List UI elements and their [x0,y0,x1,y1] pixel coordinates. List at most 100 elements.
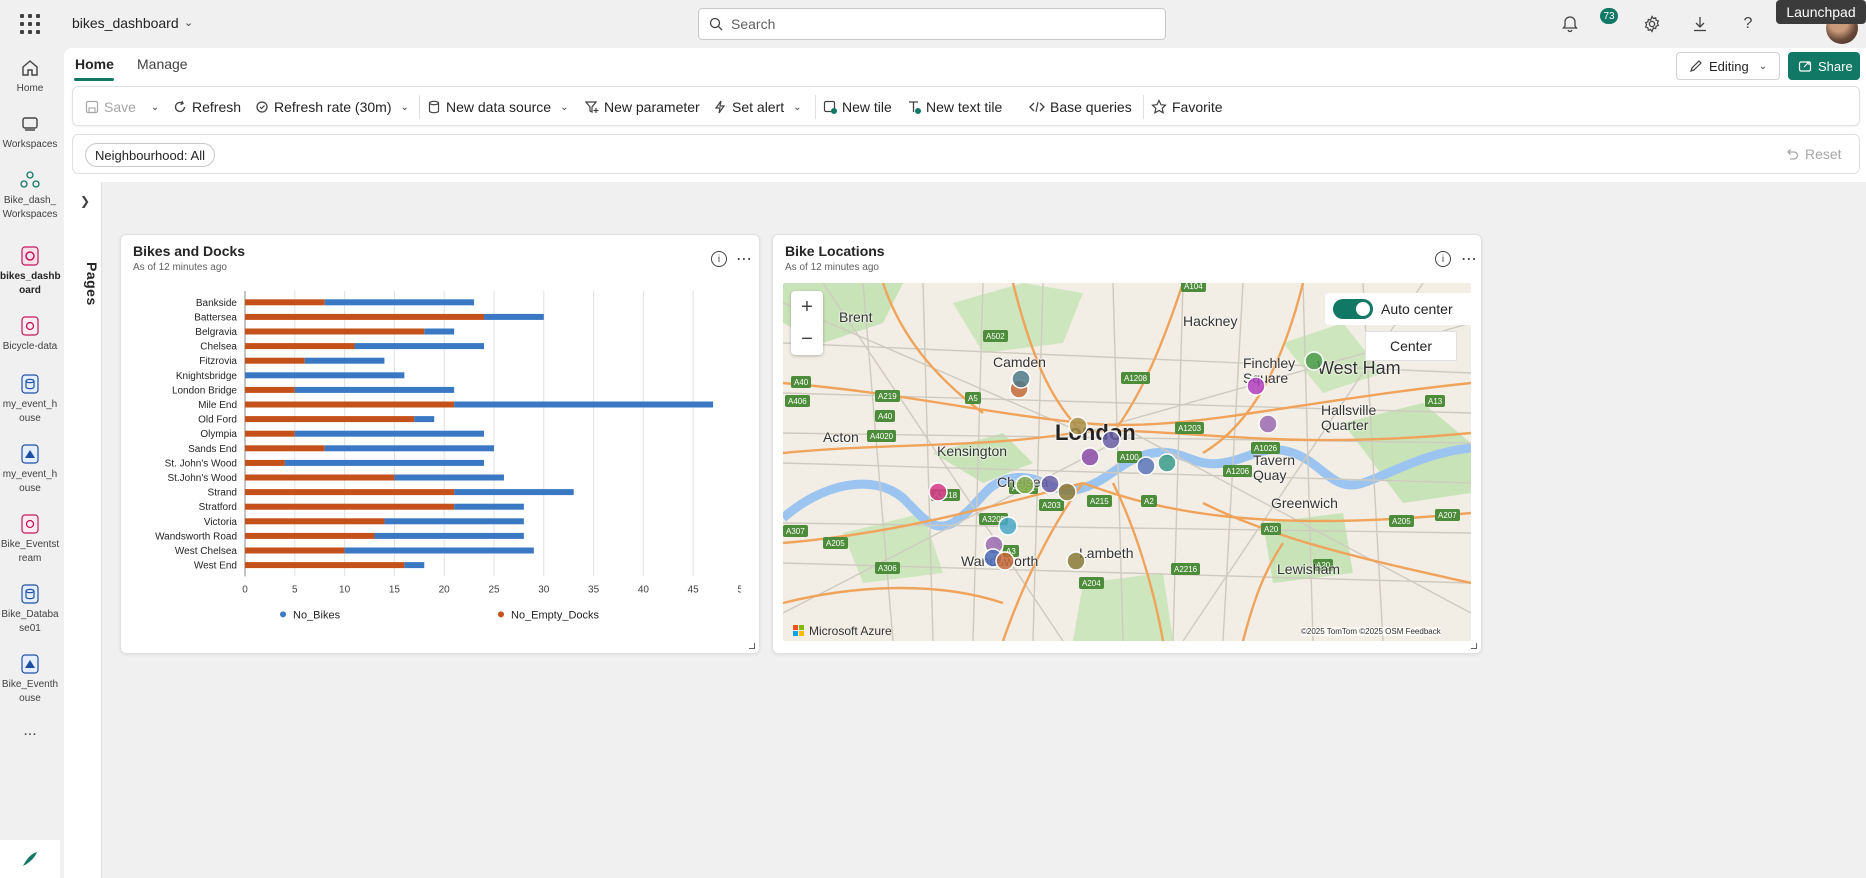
bar-empty-docks [245,328,425,335]
tile-bike-locations[interactable]: Bike Locations As of 12 minutes ago i ⋯ [772,234,1482,654]
toolbar-divider [1143,95,1144,119]
new-data-source-button[interactable]: New data source ⌄ [427,97,568,117]
gear-icon[interactable] [1640,12,1664,36]
bar-empty-docks [245,503,455,510]
chevron-down-icon: ⌄ [1758,60,1768,72]
favorite-button[interactable]: Favorite [1151,97,1223,117]
rail-item-label: my_event_h ouse [2,469,58,494]
chevron-down-icon[interactable]: ⌄ [151,102,159,113]
x-tick-label: 50 [737,584,741,595]
center-button[interactable]: Center [1365,331,1457,361]
legend-label: No_Bikes [293,609,341,621]
download-icon[interactable] [1688,12,1712,36]
rail-item-bicycle-data[interactable]: Bicycle-data [0,314,60,354]
category-label: Knightsbridge [176,371,238,382]
dashboard-icon [18,244,42,268]
star-icon [1151,99,1167,114]
rail-item-my-event-house-2[interactable]: my_event_h ouse [0,442,60,496]
more-icon[interactable]: ... [0,723,60,739]
search-icon [709,17,723,31]
app-launcher-icon[interactable] [20,14,40,34]
category-label: Bankside [196,298,238,309]
editing-mode-button[interactable]: Editing ⌄ [1676,52,1780,80]
x-tick-label: 15 [389,584,401,595]
base-queries-button[interactable]: Base queries [1029,97,1132,117]
more-options-icon[interactable]: ⋯ [1461,249,1478,269]
zoom-out-button[interactable]: − [791,323,823,355]
lightning-icon [714,100,726,114]
toolbar-divider [419,95,420,119]
rail-item-bike-database01[interactable]: Bike_Databa se01 [0,582,60,636]
bar-empty-docks [245,343,355,350]
rail-item-label: Workspaces [2,139,58,150]
category-label: St. John's Wood [165,458,237,469]
bar-empty-docks [245,459,285,466]
map[interactable]: A104 A502 A1208 A40 A219 A5 A406 A40 A40… [783,283,1471,641]
filter-label: Neighbourhood: [95,147,188,163]
share-button[interactable]: Share [1788,52,1860,80]
new-text-tile-button[interactable]: New text tile [907,97,1002,117]
search-box[interactable] [698,8,1166,40]
bar-empty-docks [245,430,295,437]
rail-item-bike-eventstream[interactable]: Bike_Eventst ream [0,512,60,566]
pages-label[interactable]: Pages [84,262,100,306]
rail-item-home[interactable]: Home [0,56,60,96]
x-tick-label: 5 [292,584,298,595]
info-icon[interactable]: i [1435,251,1451,267]
tab-manage[interactable]: Manage [137,56,188,72]
rail-item-bikes-dashboard[interactable]: bikes_dashb oard [0,244,61,298]
chevron-down-icon: ⌄ [560,101,569,113]
category-label: London Bridge [172,385,237,396]
tab-home[interactable]: Home [75,56,114,72]
search-input[interactable] [731,15,1151,33]
chevron-down-icon[interactable]: ⌄ [184,16,193,29]
toggle-switch[interactable] [1333,299,1373,319]
save-label: Save [104,99,136,115]
app-title[interactable]: bikes_dashboard [72,15,179,31]
refresh-rate-label: Refresh rate (30m) [274,99,392,115]
info-icon[interactable]: i [711,251,727,267]
resize-handle[interactable] [1471,643,1477,649]
x-tick-label: 25 [488,584,500,595]
category-label: Olympia [200,429,237,440]
bar-chart: 0 5 10 15 20 25 30 35 40 45 50 Bankside Battersea Bel… [155,291,741,621]
neighbourhood-filter[interactable]: Neighbourhood: All [85,143,215,167]
auto-center-toggle[interactable]: Auto center [1325,293,1471,325]
refresh-icon [174,100,186,113]
filter-bar: Neighbourhood: All Reset [72,134,1860,174]
legend-marker [280,611,286,618]
rail-item-bike-eventhouse[interactable]: Bike_Eventh ouse [0,652,60,706]
tile-title: Bike Locations [785,243,885,259]
new-tile-button[interactable]: New tile [823,97,892,117]
bar-bikes [374,532,524,539]
filter-add-icon [585,101,599,113]
bar-empty-docks [245,386,295,393]
refresh-rate-button[interactable]: Refresh rate (30m) ⌄ [255,97,409,117]
save-button[interactable]: Save ⌄ [85,97,159,117]
filter-value: All [190,147,205,163]
tile-bikes-and-docks[interactable]: Bikes and Docks As of 12 minutes ago i ⋯… [120,234,760,654]
refresh-button[interactable]: Refresh [173,97,241,117]
bar-empty-docks [245,547,345,554]
new-text-tile-label: New text tile [926,99,1003,115]
zoom-in-button[interactable]: + [791,291,823,323]
launchpad-tooltip: Launchpad [1776,0,1866,24]
chevron-right-icon[interactable]: ❯ [80,194,90,208]
rail-item-workspaces[interactable]: Workspaces [0,112,60,152]
bar-bikes [394,474,504,481]
more-options-icon[interactable]: ⋯ [736,249,753,269]
fabric-logo[interactable] [0,840,60,878]
bar-bikes [454,489,574,496]
resize-handle[interactable] [749,643,755,649]
rail-item-my-event-house-1[interactable]: my_event_h ouse [0,372,60,426]
set-alert-button[interactable]: Set alert ⌄ [713,97,802,117]
help-icon[interactable]: ? [1736,12,1760,36]
reset-button[interactable]: Reset [1785,146,1842,162]
bell-icon[interactable] [1558,12,1582,36]
map-attribution[interactable]: ©2025 TomTom ©2025 OSM Feedback [1301,627,1441,636]
workspaces-icon [18,112,42,136]
rail-item-bike-dash-workspaces[interactable]: Bike_dash_ Workspaces [0,168,60,222]
x-tick-label: 20 [439,584,451,595]
rail-item-label: my_event_h ouse [2,399,58,424]
new-parameter-button[interactable]: New parameter [585,97,700,117]
